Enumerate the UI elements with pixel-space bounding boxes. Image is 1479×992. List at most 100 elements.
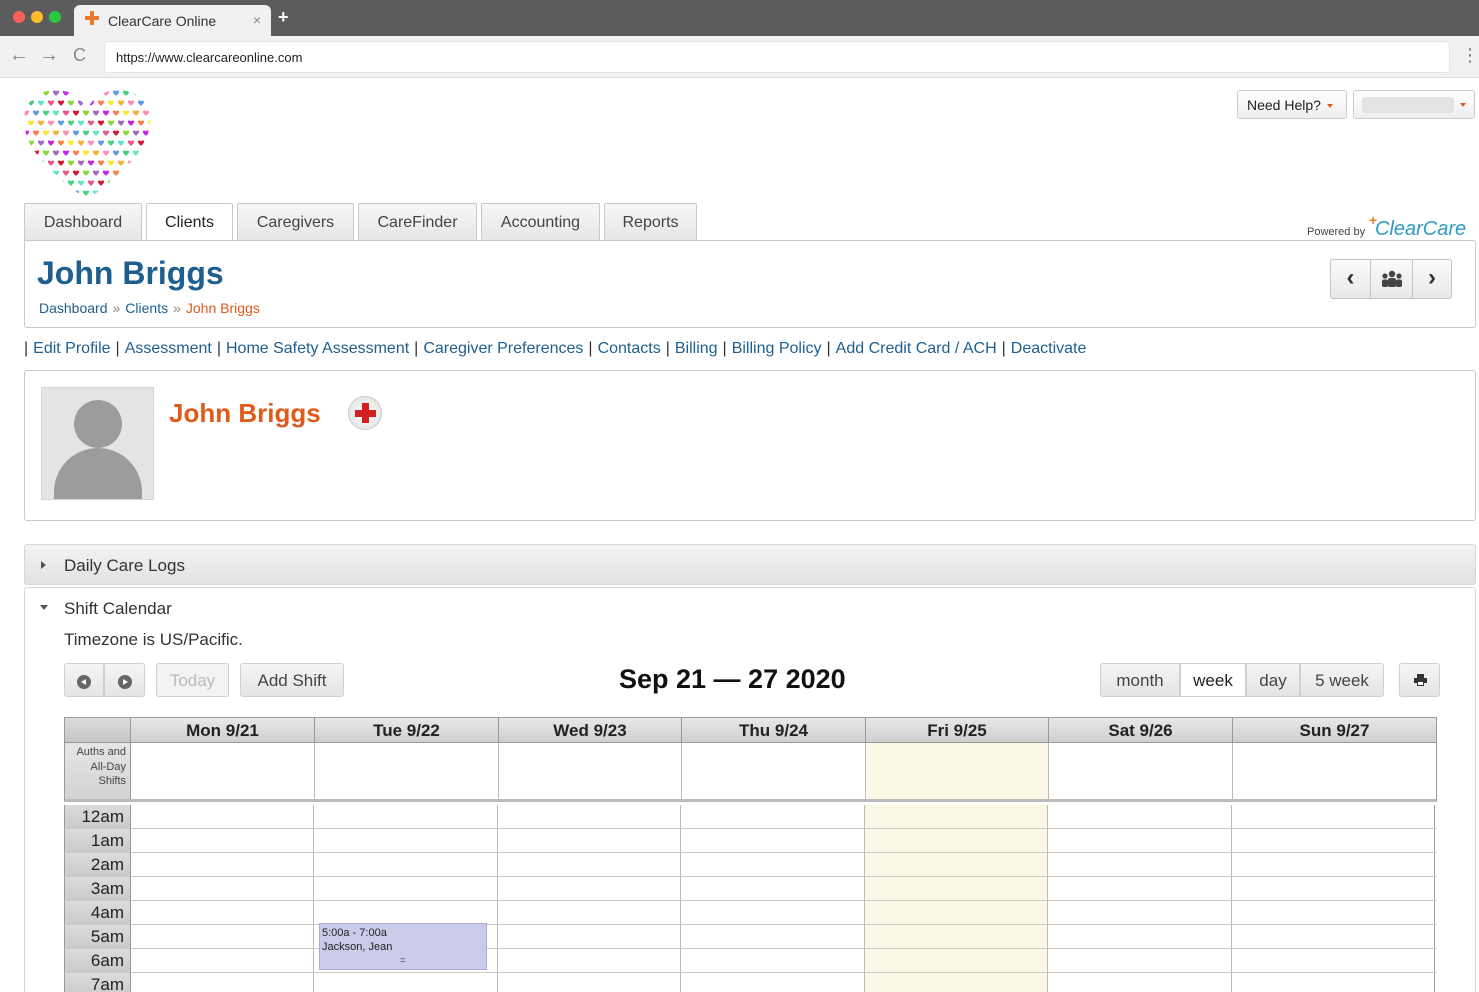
client-header-panel: John Briggs Dashboard» Clients» John Brigg… xyxy=(24,240,1476,328)
time-slot-row[interactable]: 12am xyxy=(64,805,1437,829)
logo-heart-mark xyxy=(102,90,110,96)
logo-heart-mark xyxy=(132,110,140,116)
print-icon xyxy=(1414,674,1427,686)
forward-arrow-icon[interactable]: → xyxy=(39,45,59,65)
calendar-next-button[interactable] xyxy=(104,663,145,697)
allday-cell-mon[interactable] xyxy=(131,743,315,799)
heart-logo xyxy=(22,88,152,204)
resize-handle-icon[interactable]: = xyxy=(400,953,405,967)
logo-heart-mark xyxy=(52,110,60,116)
allday-row: Auths and All-Day Shifts xyxy=(64,743,1437,802)
logo-heart-mark xyxy=(42,190,50,196)
add-credit-card-link[interactable]: Add Credit Card / ACH xyxy=(836,340,997,357)
day-header-thu: Thu 9/24 xyxy=(682,718,866,742)
breadcrumb-clients[interactable]: Clients xyxy=(125,300,168,316)
day-header-sun: Sun 9/27 xyxy=(1299,721,1370,740)
edit-profile-link[interactable]: Edit Profile xyxy=(33,340,110,357)
time-slot-row[interactable]: 7am xyxy=(64,973,1437,992)
next-client-button[interactable]: › xyxy=(1413,260,1451,298)
add-shift-button[interactable]: Add Shift xyxy=(240,663,344,697)
logo-heart-mark xyxy=(142,90,150,96)
logo-heart-mark xyxy=(122,150,130,156)
today-button[interactable]: Today xyxy=(156,663,229,697)
deactivate-link[interactable]: Deactivate xyxy=(1011,340,1087,357)
print-button[interactable] xyxy=(1399,663,1440,697)
tab-close-icon[interactable]: × xyxy=(253,12,261,28)
time-slot-row[interactable]: 6am xyxy=(64,949,1437,973)
hour-label: 1am xyxy=(65,829,131,853)
maximize-window-button[interactable] xyxy=(49,11,61,23)
breadcrumb-dashboard[interactable]: Dashboard xyxy=(39,300,108,316)
time-slot-row[interactable]: 2am xyxy=(64,853,1437,877)
allday-cell-wed[interactable] xyxy=(499,743,682,799)
view-week-button[interactable]: week xyxy=(1180,663,1246,697)
allday-cell-thu[interactable] xyxy=(682,743,866,799)
need-help-dropdown[interactable]: Need Help? xyxy=(1237,90,1347,119)
time-slot-row[interactable]: 3am xyxy=(64,877,1437,901)
minimize-window-button[interactable] xyxy=(31,11,43,23)
collapse-triangle-icon[interactable] xyxy=(40,605,48,610)
back-arrow-icon[interactable]: ← xyxy=(9,45,29,65)
logo-heart-mark xyxy=(102,150,110,156)
tab-dashboard[interactable]: Dashboard xyxy=(24,203,142,241)
home-safety-assessment-link[interactable]: Home Safety Assessment xyxy=(226,340,409,357)
logo-heart-mark xyxy=(127,100,135,106)
logo-heart-mark xyxy=(147,180,150,186)
time-slot-row[interactable]: 4am xyxy=(64,901,1437,925)
reload-icon[interactable]: C xyxy=(73,45,86,65)
tab-reports[interactable]: Reports xyxy=(604,203,697,241)
chevron-left-icon: ‹ xyxy=(1346,264,1355,291)
browser-tab[interactable]: ClearCare Online × xyxy=(74,5,271,36)
new-tab-button[interactable]: + xyxy=(278,8,289,26)
red-cross-icon[interactable] xyxy=(348,396,382,430)
logo-heart-mark xyxy=(77,100,85,106)
user-menu-dropdown[interactable] xyxy=(1353,90,1475,119)
view-5-week-button[interactable]: 5 week xyxy=(1300,663,1384,697)
day-header-sat: Sat 9/26 xyxy=(1049,718,1233,742)
logo-heart-mark xyxy=(62,130,70,136)
daily-care-logs-label: Daily Care Logs xyxy=(64,556,185,575)
billing-link[interactable]: Billing xyxy=(675,340,718,357)
assessment-link[interactable]: Assessment xyxy=(125,340,212,357)
allday-cell-tue[interactable] xyxy=(315,743,499,799)
view-day-button[interactable]: day xyxy=(1246,663,1300,697)
week-calendar: Mon 9/21 Tue 9/22 Wed 9/23 Thu 9/24 Fri … xyxy=(64,717,1437,992)
shift-event-time: 5:00a - 7:00a xyxy=(322,927,387,939)
chevron-right-icon: › xyxy=(1428,264,1436,291)
allday-cell-sat[interactable] xyxy=(1049,743,1233,799)
close-window-button[interactable] xyxy=(13,11,25,23)
shift-event[interactable]: 5:00a - 7:00a Jackson, Jean = xyxy=(319,923,487,970)
tab-carefinder[interactable]: CareFinder xyxy=(358,203,477,241)
logo-heart-mark xyxy=(72,130,80,136)
contacts-link[interactable]: Contacts xyxy=(598,340,661,357)
logo-heart-mark xyxy=(107,180,115,186)
time-slot-row[interactable]: 1am xyxy=(64,829,1437,853)
logo-heart-mark xyxy=(24,150,30,156)
allday-cell-fri[interactable] xyxy=(866,743,1049,799)
url-input[interactable]: https://www.clearcareonline.com xyxy=(104,41,1450,73)
logo-heart-mark xyxy=(92,150,100,156)
time-slot-row[interactable]: 5am xyxy=(64,925,1437,949)
calendar-prev-button[interactable] xyxy=(64,663,104,697)
tab-caregivers[interactable]: Caregivers xyxy=(237,203,354,241)
client-list-button[interactable] xyxy=(1371,260,1413,298)
caret-down-icon xyxy=(1326,104,1333,109)
allday-cell-sun[interactable] xyxy=(1233,743,1436,799)
tab-accounting[interactable]: Accounting xyxy=(481,203,600,241)
logo-heart-mark xyxy=(137,100,145,106)
logo-heart-mark xyxy=(107,140,115,146)
logo-heart-mark xyxy=(72,190,80,196)
logo-heart-mark xyxy=(87,100,95,106)
caregiver-preferences-link[interactable]: Caregiver Preferences xyxy=(423,340,583,357)
tab-clients[interactable]: Clients xyxy=(146,203,233,243)
daily-care-logs-header[interactable]: Daily Care Logs xyxy=(24,544,1476,585)
billing-policy-link[interactable]: Billing Policy xyxy=(732,340,822,357)
view-month-button[interactable]: month xyxy=(1100,663,1180,697)
logo-heart-mark xyxy=(132,130,140,136)
logo-heart-mark xyxy=(67,140,75,146)
browser-menu-icon[interactable]: ⋮ xyxy=(1461,45,1479,65)
logo-heart-mark xyxy=(32,130,40,136)
previous-client-button[interactable]: ‹ xyxy=(1331,260,1371,298)
logo-heart-mark xyxy=(62,170,70,176)
logo-heart-mark xyxy=(112,110,120,116)
